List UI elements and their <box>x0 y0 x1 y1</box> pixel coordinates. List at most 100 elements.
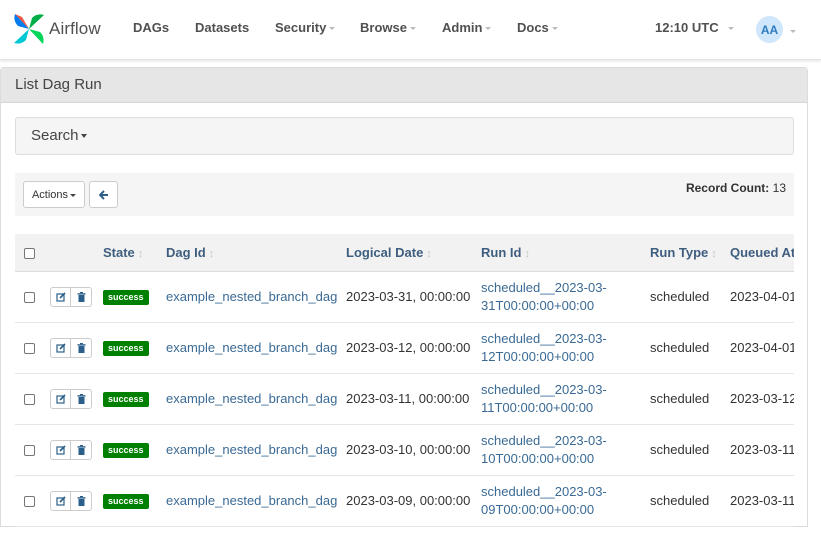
run-id-line-1: scheduled__2023-03- <box>481 279 607 295</box>
column-header-state[interactable]: State ↕ <box>103 234 166 272</box>
state-cell: success <box>103 475 166 527</box>
run-type-value: scheduled <box>650 289 710 304</box>
trash-icon <box>77 495 85 506</box>
state-badge: success <box>103 443 149 458</box>
select-all-cell <box>15 234 49 272</box>
run-id-link[interactable]: scheduled__2023-03- 11T00:00:00+00:00 <box>481 381 650 417</box>
edit-record-button[interactable] <box>50 337 71 358</box>
nav-docs[interactable]: Docs <box>517 20 558 35</box>
record-count: Record Count: 13 <box>686 181 786 195</box>
select-all-checkbox[interactable] <box>24 247 35 259</box>
sort-icon: ↕ <box>426 247 432 260</box>
column-header-run-type[interactable]: Run Type ↕ <box>650 234 730 272</box>
run-id-line-1: scheduled__2023-03- <box>481 432 607 448</box>
row-checkbox[interactable] <box>24 343 35 355</box>
dag-id-link[interactable]: example_nested_branch_dag <box>166 289 337 304</box>
run-id-line-2: 11T00:00:00+00:00 <box>481 399 594 415</box>
trash-icon <box>77 342 85 353</box>
state-cell: success <box>103 424 166 476</box>
column-header-dag-id[interactable]: Dag Id ↕ <box>166 234 346 272</box>
delete-record-button[interactable] <box>71 490 92 511</box>
run-id-line-1: scheduled__2023-03- <box>481 483 607 499</box>
nav-dags-label: DAGs <box>133 20 170 35</box>
column-header-label: Queued At <box>730 244 794 260</box>
nav-security-label: Security <box>275 20 327 35</box>
search-toggle[interactable]: Search <box>15 117 794 155</box>
edit-record-button[interactable] <box>50 388 71 409</box>
dag-id-link[interactable]: example_nested_branch_dag <box>166 340 337 355</box>
record-count-value: 13 <box>772 181 786 195</box>
edit-icon <box>55 342 66 353</box>
run-id-link[interactable]: scheduled__2023-03- 09T00:00:00+00:00 <box>481 483 650 519</box>
row-checkbox[interactable] <box>24 445 35 457</box>
row-checkbox[interactable] <box>24 496 35 508</box>
logical-date-value: 2023-03-11, 00:00:00 <box>346 391 470 406</box>
column-header-label: State <box>103 244 135 260</box>
nav-dags[interactable]: DAGs <box>133 20 169 35</box>
chevron-down-icon <box>727 27 734 30</box>
queued-at-cell: 2023-03-12 <box>730 373 794 425</box>
column-header-run-id[interactable]: Run Id ↕ <box>481 234 650 272</box>
actions-bar: Actions Record Count: 13 <box>15 173 794 216</box>
column-header-logical-date[interactable]: Logical Date ↕ <box>346 234 481 272</box>
clock-label: 12:10 UTC <box>655 20 719 35</box>
run-id-cell: scheduled__2023-03- 11T00:00:00+00:00 <box>481 373 650 425</box>
delete-record-button[interactable] <box>71 439 92 460</box>
run-type-value: scheduled <box>650 391 710 406</box>
queued-at-cell: 2023-04-01 <box>730 322 794 374</box>
column-header-label: Run Type <box>650 244 709 260</box>
nav-security[interactable]: Security <box>275 20 336 35</box>
run-type-value: scheduled <box>650 442 710 457</box>
run-type-value: scheduled <box>650 493 710 508</box>
dag-id-link[interactable]: example_nested_branch_dag <box>166 391 337 406</box>
edit-record-button[interactable] <box>50 286 71 307</box>
sort-icon: ↕ <box>524 247 530 260</box>
run-type-cell: scheduled <box>650 322 730 374</box>
edit-icon <box>55 444 66 455</box>
nav-datasets-label: Datasets <box>195 20 250 35</box>
row-checkbox[interactable] <box>24 292 35 304</box>
delete-record-button[interactable] <box>71 286 92 307</box>
dag-id-link[interactable]: example_nested_branch_dag <box>166 442 337 457</box>
delete-record-button[interactable] <box>71 337 92 358</box>
run-id-link[interactable]: scheduled__2023-03- 12T00:00:00+00:00 <box>481 330 650 366</box>
user-avatar[interactable]: AA <box>756 16 783 43</box>
row-actions-cell <box>49 373 103 425</box>
logical-date-value: 2023-03-31, 00:00:00 <box>346 289 471 304</box>
brand-name: Airflow <box>49 19 101 38</box>
dag-id-link[interactable]: example_nested_branch_dag <box>166 493 337 508</box>
trash-icon <box>77 291 85 302</box>
actions-dropdown-button[interactable]: Actions <box>23 181 85 208</box>
dag-run-table: State ↕ Dag Id ↕ Logical Date ↕ Run Id ↕ Run… <box>15 234 794 527</box>
table-row: success example_nested_branch_dag 2023-0… <box>15 373 794 425</box>
row-checkbox[interactable] <box>24 394 35 406</box>
run-type-value: scheduled <box>650 340 710 355</box>
run-id-link[interactable]: scheduled__2023-03- 31T00:00:00+00:00 <box>481 279 650 315</box>
logical-date-cell: 2023-03-12, 00:00:00 <box>346 322 481 374</box>
nav-admin-label: Admin <box>442 20 483 35</box>
row-select-cell <box>15 322 49 374</box>
edit-record-button[interactable] <box>50 439 71 460</box>
run-type-cell: scheduled <box>650 424 730 476</box>
run-id-link[interactable]: scheduled__2023-03- 10T00:00:00+00:00 <box>481 432 650 468</box>
avatar-initials: AA <box>760 22 779 37</box>
nav-datasets[interactable]: Datasets <box>195 20 249 35</box>
back-button[interactable] <box>89 181 118 208</box>
edit-icon <box>55 393 66 404</box>
dag-id-cell: example_nested_branch_dag <box>166 322 346 374</box>
nav-admin[interactable]: Admin <box>442 20 492 35</box>
run-type-cell: scheduled <box>650 475 730 527</box>
airflow-brand[interactable]: Airflow <box>12 12 101 46</box>
edit-record-button[interactable] <box>50 490 71 511</box>
nav-browse[interactable]: Browse <box>360 20 416 35</box>
run-id-cell: scheduled__2023-03- 12T00:00:00+00:00 <box>481 322 650 374</box>
delete-record-button[interactable] <box>71 388 92 409</box>
queued-at-value: 2023-04-01 <box>730 340 794 355</box>
page-title: List Dag Run <box>1 68 807 103</box>
column-header-queued-at[interactable]: Queued At <box>730 234 794 272</box>
state-badge: success <box>103 494 149 509</box>
dag-run-list-panel: List Dag Run Search Actions Record Count… <box>0 67 808 527</box>
run-id-line-2: 09T00:00:00+00:00 <box>481 501 595 517</box>
nav-clock[interactable]: 12:10 UTC <box>655 20 734 35</box>
sort-icon: ↕ <box>208 247 215 260</box>
